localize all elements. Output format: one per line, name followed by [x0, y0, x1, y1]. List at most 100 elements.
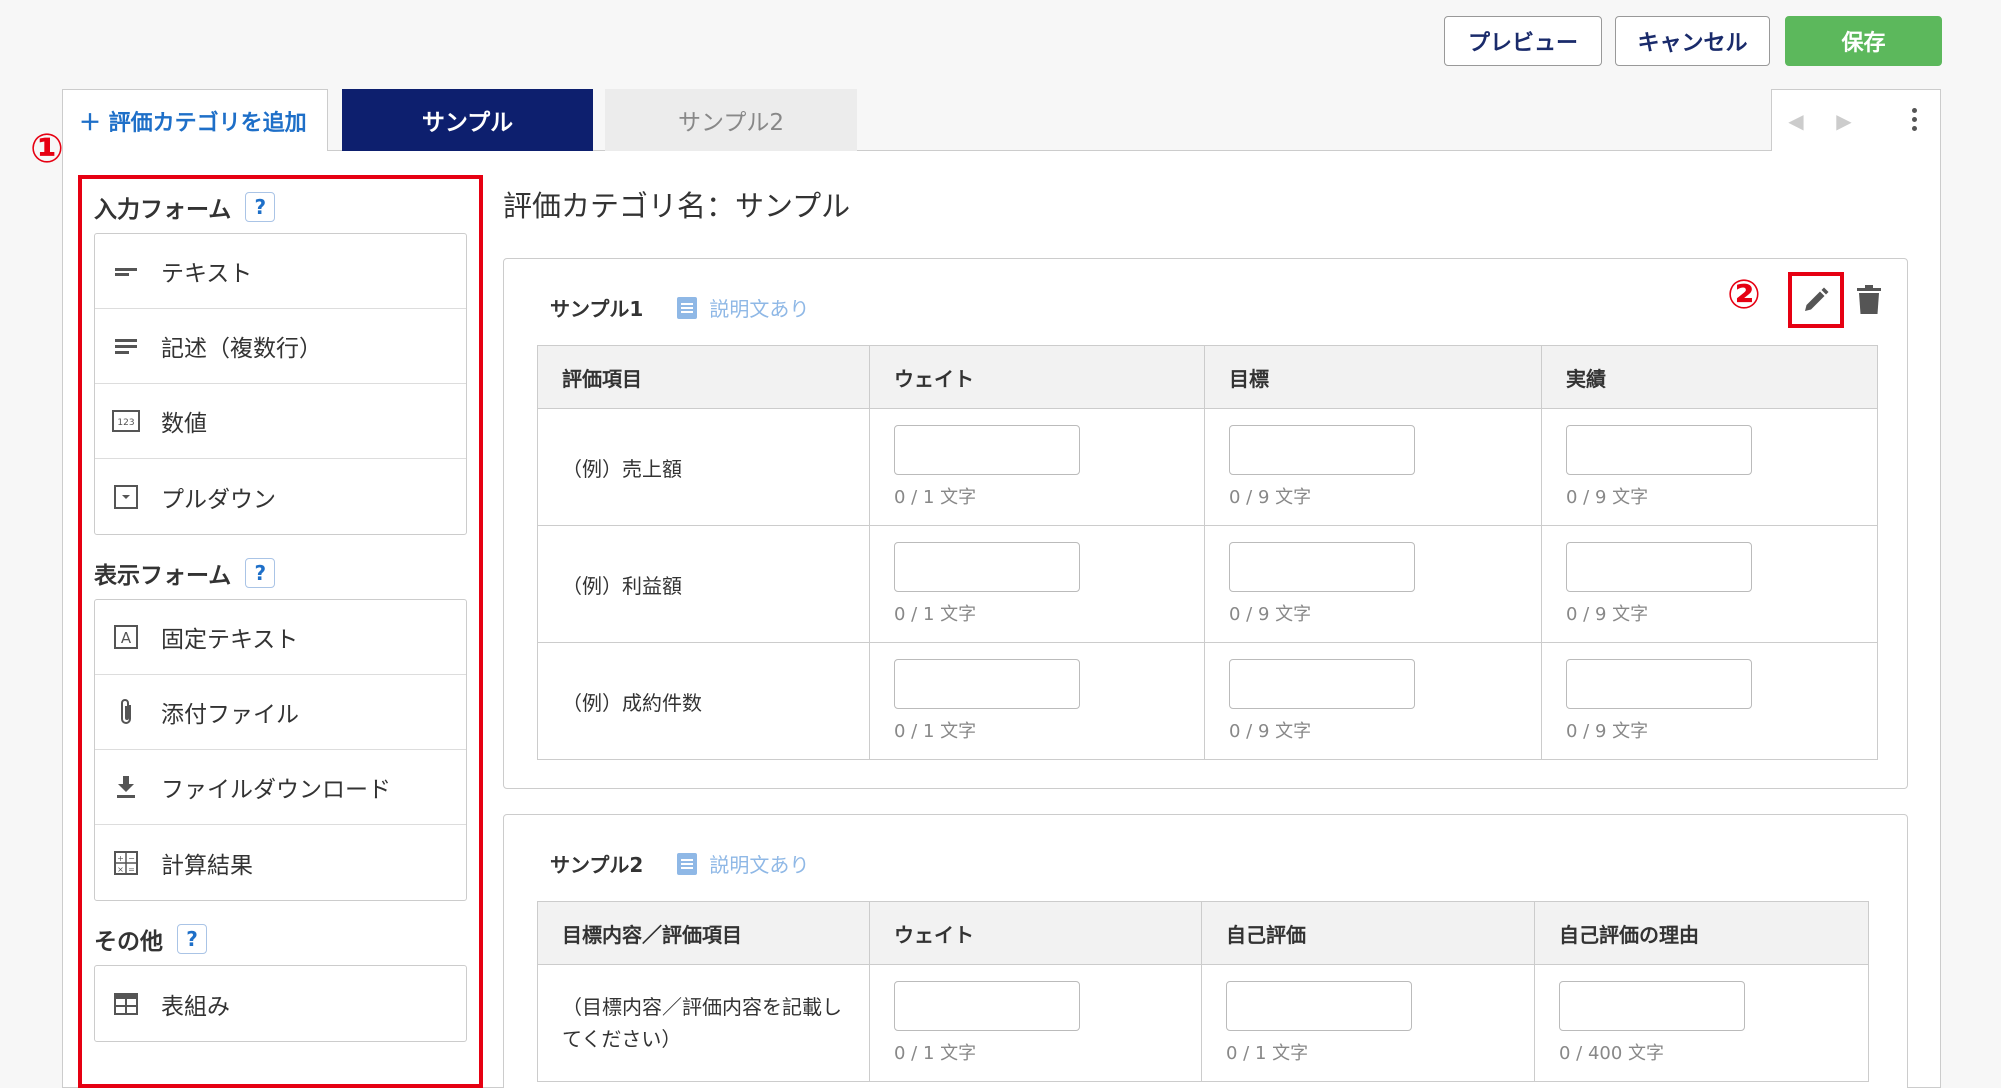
- other-form-list: 表組み: [94, 965, 467, 1042]
- section-name: サンプル1: [550, 297, 644, 321]
- weight-input[interactable]: [894, 659, 1080, 709]
- char-count: 0 / 9 文字: [1566, 487, 1649, 508]
- document-icon: [677, 852, 698, 875]
- svg-text:×: ×: [117, 865, 124, 874]
- column-header: ウェイト: [869, 901, 1202, 965]
- description-link[interactable]: 説明文あり: [677, 849, 809, 878]
- help-icon[interactable]: ?: [177, 924, 207, 954]
- column-header: 自己評価の理由: [1534, 901, 1869, 965]
- category-title: 評価カテゴリ名：サンプル: [503, 189, 851, 223]
- preview-button[interactable]: プレビュー: [1444, 16, 1602, 66]
- svg-text:123: 123: [117, 418, 134, 428]
- table-row: （例）利益額 0 / 1 文字 0 / 9 文字 0 / 9 文字: [537, 525, 1878, 643]
- annotation-two: ②: [1727, 272, 1761, 318]
- more-menu-icon[interactable]: [1912, 108, 1918, 135]
- char-count: 0 / 1 文字: [894, 1043, 977, 1064]
- table-row: （例）成約件数 0 / 1 文字 0 / 9 文字 0 / 9 文字: [537, 642, 1878, 760]
- column-header: 目標内容／評価項目: [537, 901, 870, 965]
- section-header: サンプル2 説明文あり: [550, 849, 809, 878]
- section-header: サンプル1 説明文あり: [550, 293, 809, 322]
- fixed-text-icon: A: [111, 622, 141, 652]
- palette-item-dropdown[interactable]: プルダウン: [95, 459, 466, 534]
- palette-item-attachment[interactable]: 添付ファイル: [95, 675, 466, 750]
- row-label: （目標内容／評価内容を記載してください）: [537, 964, 870, 1082]
- input-form-list: テキスト 記述（複数行） 123 数値 プルダウン: [94, 233, 467, 535]
- display-form-list: A 固定テキスト 添付ファイル ファイルダウンロード + − × = 計算結果: [94, 599, 467, 901]
- evaluation-reason-input[interactable]: [1559, 981, 1745, 1031]
- table-row: （例）売上額 0 / 1 文字 0 / 9 文字 0 / 9 文字: [537, 408, 1878, 526]
- self-evaluation-input[interactable]: [1226, 981, 1412, 1031]
- calculator-icon: + − × =: [111, 848, 141, 878]
- section-name: サンプル2: [550, 853, 644, 877]
- char-count: 0 / 1 文字: [1226, 1043, 1309, 1064]
- help-icon[interactable]: ?: [245, 192, 276, 222]
- char-count: 0 / 9 文字: [1566, 604, 1649, 625]
- palette-item-multiline[interactable]: 記述（複数行）: [95, 309, 466, 384]
- palette-item-fixed-text[interactable]: A 固定テキスト: [95, 600, 466, 675]
- tab-sample[interactable]: サンプル: [342, 89, 593, 151]
- prev-tab-icon[interactable]: ◀: [1772, 90, 1820, 151]
- row-label: （例）成約件数: [537, 642, 870, 760]
- result-input[interactable]: [1566, 542, 1752, 592]
- char-count: 0 / 9 文字: [1229, 487, 1312, 508]
- char-count: 0 / 400 文字: [1559, 1043, 1665, 1064]
- multiline-icon: [111, 331, 141, 361]
- column-header: 評価項目: [537, 345, 870, 409]
- tab-sample2[interactable]: サンプル2: [605, 89, 857, 151]
- char-count: 0 / 1 文字: [894, 604, 977, 625]
- section-table: 評価項目 ウェイト 目標 実績 （例）売上額 0 / 1 文字 0 / 9 文字…: [537, 345, 1878, 760]
- palette-item-table[interactable]: 表組み: [95, 966, 466, 1041]
- target-input[interactable]: [1229, 542, 1415, 592]
- trash-icon: [1857, 285, 1881, 314]
- table-icon: [111, 989, 141, 1019]
- svg-text:+: +: [117, 854, 124, 863]
- row-label: （例）売上額: [537, 408, 870, 526]
- section-card-2: サンプル2 説明文あり 目標内容／評価項目 ウェイト 自己評価 自己評価の理由 …: [503, 814, 1908, 1088]
- char-count: 0 / 1 文字: [894, 487, 977, 508]
- add-category-tab[interactable]: ＋ 評価カテゴリを追加: [62, 89, 328, 151]
- table-row: （目標内容／評価内容を記載してください） 0 / 1 文字 0 / 1 文字 0…: [537, 964, 1869, 1082]
- svg-text:=: =: [128, 865, 135, 874]
- section-table: 目標内容／評価項目 ウェイト 自己評価 自己評価の理由 （目標内容／評価内容を記…: [537, 901, 1869, 1082]
- help-icon[interactable]: ?: [245, 558, 276, 588]
- target-input[interactable]: [1229, 425, 1415, 475]
- result-input[interactable]: [1566, 659, 1752, 709]
- column-header: ウェイト: [869, 345, 1205, 409]
- palette-item-number[interactable]: 123 数値: [95, 384, 466, 459]
- palette-item-file-download[interactable]: ファイルダウンロード: [95, 750, 466, 825]
- column-header: 自己評価: [1201, 901, 1535, 965]
- group-title-other: その他 ?: [94, 919, 467, 959]
- target-input[interactable]: [1229, 659, 1415, 709]
- save-button[interactable]: 保存: [1785, 16, 1942, 66]
- column-header: 実績: [1541, 345, 1878, 409]
- weight-input[interactable]: [894, 542, 1080, 592]
- char-count: 0 / 9 文字: [1229, 721, 1312, 742]
- annotation-one: ①: [30, 126, 64, 172]
- pencil-icon: [1805, 287, 1829, 311]
- weight-input[interactable]: [894, 981, 1080, 1031]
- edit-section-button[interactable]: [1788, 272, 1844, 328]
- palette-item-text[interactable]: テキスト: [95, 234, 466, 309]
- document-icon: [677, 296, 698, 319]
- column-header: 目標: [1204, 345, 1542, 409]
- svg-text:−: −: [128, 854, 135, 863]
- char-count: 0 / 9 文字: [1229, 604, 1312, 625]
- palette-item-calculation[interactable]: + − × = 計算結果: [95, 825, 466, 900]
- section-card-1: サンプル1 説明文あり 評価項目 ウェイト 目標 実績 （例）売上額 0 / 1…: [503, 258, 1908, 789]
- result-input[interactable]: [1566, 425, 1752, 475]
- cancel-button[interactable]: キャンセル: [1615, 16, 1770, 66]
- description-link[interactable]: 説明文あり: [677, 293, 809, 322]
- download-icon: [111, 772, 141, 802]
- char-count: 0 / 9 文字: [1566, 721, 1649, 742]
- dropdown-icon: [111, 482, 141, 512]
- text-line-icon: [111, 256, 141, 286]
- row-label: （例）利益額: [537, 525, 870, 643]
- delete-section-button[interactable]: [1855, 284, 1883, 320]
- svg-text:A: A: [121, 629, 132, 647]
- table-header-row: 評価項目 ウェイト 目標 実績: [537, 345, 1878, 409]
- tab-navigation: ◀ ▶: [1771, 89, 1941, 151]
- next-tab-icon[interactable]: ▶: [1820, 90, 1868, 151]
- table-header-row: 目標内容／評価項目 ウェイト 自己評価 自己評価の理由: [537, 901, 1869, 965]
- number-icon: 123: [111, 406, 141, 436]
- weight-input[interactable]: [894, 425, 1080, 475]
